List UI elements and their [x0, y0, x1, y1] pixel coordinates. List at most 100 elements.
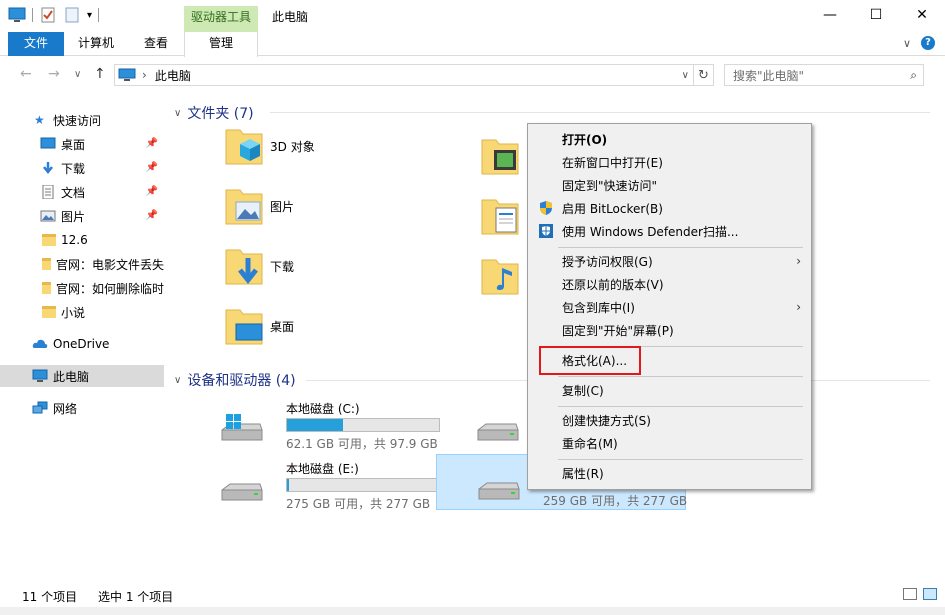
menu-item-open[interactable]: 打开(O): [562, 129, 607, 151]
folder-tile-3d-objects[interactable]: 3D 对象: [166, 119, 416, 173]
drive-icon: [478, 482, 520, 500]
sidebar-item-label: 官网：电影文件丢失: [55, 257, 164, 272]
folder-icon: [42, 282, 51, 294]
maximize-button[interactable]: ☐: [853, 0, 899, 30]
drive-usage-fill: [287, 479, 289, 491]
window-bottom-edge: [0, 607, 945, 615]
refresh-button[interactable]: ↻: [694, 64, 714, 86]
pictures-folder-icon: [225, 189, 263, 225]
documents-folder-icon[interactable]: [480, 194, 520, 238]
pin-icon[interactable]: 📌: [146, 162, 158, 173]
chevron-down-icon[interactable]: ∨: [174, 108, 181, 119]
folder-label: 3D 对象: [270, 139, 315, 154]
system-drive-icon: [221, 414, 263, 441]
folder-tile-desktop[interactable]: 桌面: [166, 299, 416, 353]
menu-item-rename[interactable]: 重命名(M): [562, 433, 618, 455]
drive-tile-e[interactable]: 本地磁盘 (E:) 275 GB 可用，共 277 GB: [180, 456, 440, 512]
sidebar-item-onedrive[interactable]: OneDrive: [0, 333, 164, 355]
navigation-pane: ★ 快速访问 桌面 📌 下载 📌 文档 📌 图片 📌 12.6 官网：电影文件丢…: [0, 96, 166, 576]
sidebar-item-desktop[interactable]: 桌面 📌: [0, 133, 164, 155]
menu-item-restore-versions[interactable]: 还原以前的版本(V): [562, 274, 664, 296]
drive-tile-c[interactable]: 本地磁盘 (C:) 62.1 GB 可用，共 97.9 GB: [180, 396, 440, 452]
search-input[interactable]: 搜索"此电脑" ⌕: [724, 64, 924, 86]
folder-label: 桌面: [270, 319, 295, 334]
breadcrumb-separator-icon[interactable]: ›: [142, 68, 147, 82]
drive-usage-bar: [286, 478, 440, 492]
tab-manage[interactable]: 管理: [184, 32, 258, 57]
breadcrumb-this-pc[interactable]: 此电脑: [155, 67, 191, 84]
drive-icon: [477, 423, 519, 441]
properties-icon[interactable]: [39, 7, 57, 23]
music-folder-icon[interactable]: [480, 254, 520, 298]
sidebar-item-network[interactable]: 网络: [0, 397, 164, 419]
recent-locations-button[interactable]: ∨: [74, 69, 81, 80]
ribbon-tabs: 文件 计算机 查看 管理 ∨ ?: [0, 32, 945, 57]
download-icon: [43, 162, 53, 175]
address-dropdown-icon[interactable]: ∨: [682, 70, 689, 81]
sidebar-item-label: OneDrive: [53, 337, 110, 351]
tiles-view-icon[interactable]: [923, 588, 937, 600]
sidebar-item-folder-12-6[interactable]: 12.6: [0, 229, 164, 251]
search-placeholder: 搜索"此电脑": [733, 68, 805, 83]
close-button[interactable]: ✕: [899, 0, 945, 30]
menu-item-bitlocker[interactable]: 启用 BitLocker(B): [562, 198, 663, 220]
pin-icon[interactable]: 📌: [146, 138, 158, 149]
details-view-icon[interactable]: [903, 588, 917, 600]
menu-item-give-access[interactable]: 授予访问权限(G): [562, 251, 653, 273]
chevron-down-icon[interactable]: ∨: [174, 375, 181, 386]
submenu-arrow-icon[interactable]: ›: [796, 254, 801, 268]
window-controls: — ☐ ✕: [807, 0, 945, 30]
drive-space-info: 259 GB 可用，共 277 GB: [543, 494, 688, 508]
sidebar-item-folder-novel[interactable]: 小说: [0, 301, 164, 323]
forward-button[interactable]: →: [48, 66, 60, 82]
menu-separator: [558, 406, 803, 407]
menu-item-properties[interactable]: 属性(R): [562, 463, 604, 485]
sidebar-item-folder-movie[interactable]: 官网：电影文件丢失: [0, 253, 164, 275]
drive-space-info: 275 GB 可用，共 277 GB: [286, 497, 431, 511]
menu-item-copy[interactable]: 复制(C): [562, 380, 604, 402]
customize-qat-icon[interactable]: ▾: [87, 10, 92, 21]
address-bar[interactable]: › 此电脑 ∨: [114, 64, 694, 86]
shield-icon: [540, 201, 552, 215]
menu-item-defender-scan[interactable]: 使用 Windows Defender扫描...: [562, 221, 738, 243]
window-title: 此电脑: [272, 10, 309, 24]
pin-icon[interactable]: 📌: [146, 210, 158, 221]
sidebar-item-documents[interactable]: 文档 📌: [0, 181, 164, 203]
sidebar-item-this-pc[interactable]: 此电脑: [0, 365, 164, 387]
back-button[interactable]: ←: [20, 66, 32, 82]
minimize-button[interactable]: —: [807, 0, 853, 30]
qat-separator: [32, 8, 33, 22]
folder-icon: [42, 258, 51, 270]
search-icon[interactable]: ⌕: [910, 68, 917, 83]
sidebar-item-quick-access[interactable]: ★ 快速访问: [0, 109, 164, 131]
context-menu: 打开(O) 在新窗口中打开(E) 固定到"快速访问" 启用 BitLocker(…: [527, 123, 812, 490]
computer-icon[interactable]: [8, 7, 26, 23]
drive-space-info: 62.1 GB 可用，共 97.9 GB: [286, 437, 438, 451]
tab-file[interactable]: 文件: [8, 32, 64, 56]
tab-computer[interactable]: 计算机: [64, 32, 128, 56]
menu-item-pin-start[interactable]: 固定到"开始"屏幕(P): [562, 320, 674, 342]
menu-item-open-new-window[interactable]: 在新窗口中打开(E): [562, 152, 663, 174]
sidebar-item-label: 网络: [53, 401, 78, 416]
folder-tile-pictures[interactable]: 图片: [166, 179, 416, 233]
sidebar-item-label: 文档: [61, 185, 86, 200]
new-folder-icon[interactable]: [63, 7, 81, 23]
sidebar-item-folder-temp[interactable]: 官网：如何删除临时: [0, 277, 164, 299]
desktop-folder-icon: [225, 309, 263, 345]
help-icon[interactable]: ?: [921, 36, 935, 50]
sidebar-item-downloads[interactable]: 下载 📌: [0, 157, 164, 179]
chevron-down-icon[interactable]: ∨: [903, 37, 911, 50]
videos-folder-icon[interactable]: [480, 134, 520, 178]
menu-item-include-library[interactable]: 包含到库中(I): [562, 297, 635, 319]
up-button[interactable]: ↑: [94, 66, 106, 82]
group-title: 设备和驱动器 (4): [187, 373, 296, 389]
menu-item-create-shortcut[interactable]: 创建快捷方式(S): [562, 410, 651, 432]
computer-icon: [118, 68, 136, 81]
sidebar-item-pictures[interactable]: 图片 📌: [0, 205, 164, 227]
menu-item-pin-quick-access[interactable]: 固定到"快速访问": [562, 175, 657, 197]
folder-tile-downloads[interactable]: 下载: [166, 239, 416, 293]
pin-icon[interactable]: 📌: [146, 186, 158, 197]
devices-group-header[interactable]: ∨ 设备和驱动器 (4): [174, 370, 296, 390]
tab-view[interactable]: 查看: [128, 32, 184, 56]
submenu-arrow-icon[interactable]: ›: [796, 300, 801, 314]
